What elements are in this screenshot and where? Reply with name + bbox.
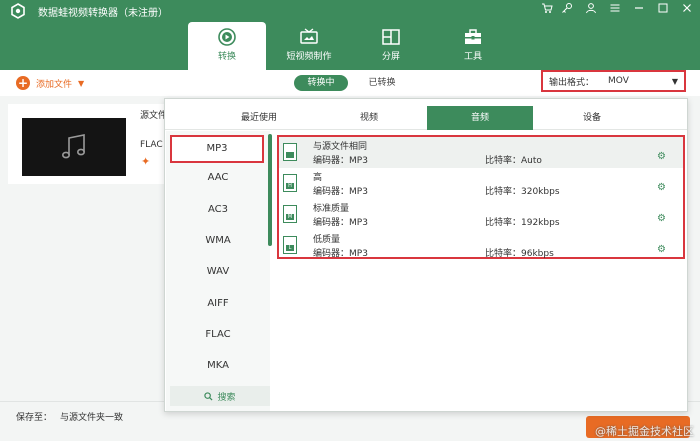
tab-split-screen-label: 分屏 (381, 52, 400, 62)
format-item-wma[interactable]: WMA (166, 228, 270, 254)
format-item-wav[interactable]: WAV (166, 259, 270, 285)
chevron-down-icon: ▼ (78, 78, 85, 88)
tab-convert-label: 转换 (217, 52, 236, 62)
format-item-ac3[interactable]: AC3 (166, 197, 270, 223)
quality-list: 与源文件相同 编码器：MP3 比特率：Auto ⚙ H 高 编码器：MP3 比特… (277, 135, 685, 259)
quality-encoder: 编码器：MP3 (313, 156, 368, 166)
format-item-mka[interactable]: MKA (166, 353, 270, 379)
watermark-text: @稀土掘金技术社区 (595, 425, 694, 438)
music-note-icon (61, 134, 85, 159)
quality-bitrate: 比特率：320kbps (485, 187, 560, 197)
format-search-button[interactable]: 搜索 (170, 386, 270, 406)
gear-icon[interactable]: ⚙ (657, 213, 666, 224)
quality-encoder: 编码器：MP3 (313, 187, 368, 197)
quality-item[interactable]: L 低质量 编码器：MP3 比特率：96kbps ⚙ (279, 230, 683, 261)
tab-converting[interactable]: 转换中 (294, 75, 348, 91)
output-format-value: MOV (608, 76, 629, 86)
maximize-icon[interactable] (656, 2, 670, 16)
split-icon (382, 29, 400, 45)
quality-item[interactable]: H 高 编码器：MP3 比特率：320kbps ⚙ (279, 168, 683, 199)
minimize-icon[interactable] (632, 2, 646, 16)
tab-short-video[interactable]: 短视频制作 (270, 22, 348, 70)
quality-bitrate: 比特率：96kbps (485, 249, 554, 259)
tab-video[interactable]: 视频 (325, 106, 413, 130)
tab-audio[interactable]: 音频 (427, 106, 533, 130)
save-to-label: 保存至： (16, 413, 53, 423)
menu-icon[interactable] (608, 2, 622, 16)
plus-icon: + (16, 76, 30, 90)
audio-file-icon: H (283, 174, 297, 192)
close-icon[interactable] (680, 2, 694, 16)
quality-bitrate: 比特率：Auto (485, 156, 542, 166)
app-header: 数据蛙视频转换器（未注册） 转换 短视频制作 分屏 工具 (0, 0, 700, 70)
source-file-label: 源文件 (140, 111, 168, 121)
tab-converted[interactable]: 已转换 (362, 75, 402, 91)
quality-bitrate: 比特率：192kbps (485, 218, 560, 228)
quality-badge (286, 152, 294, 158)
format-item-mp3[interactable]: MP3 (170, 135, 264, 163)
quality-item[interactable]: M 标准质量 编码器：MP3 比特率：192kbps ⚙ (279, 199, 683, 230)
audio-file-icon (283, 143, 297, 161)
quality-badge: L (286, 245, 294, 251)
tab-convert[interactable]: 转换 (188, 22, 266, 70)
magic-wand-icon[interactable]: ✦ (141, 155, 150, 168)
quality-name: 与源文件相同 (313, 142, 368, 152)
format-item-aac[interactable]: AAC (166, 165, 270, 191)
format-item-flac[interactable]: FLAC (166, 322, 270, 348)
toolbox-icon (465, 29, 481, 44)
quality-name: 高 (313, 173, 323, 183)
tab-recent[interactable]: 最近使用 (215, 106, 303, 130)
user-icon[interactable] (584, 2, 598, 16)
gear-icon[interactable]: ⚙ (657, 244, 666, 255)
quality-name: 标准质量 (313, 204, 350, 214)
app-title: 数据蛙视频转换器（未注册） (38, 8, 168, 19)
tab-device[interactable]: 设备 (547, 106, 637, 130)
search-icon (204, 391, 213, 401)
quality-encoder: 编码器：MP3 (313, 249, 368, 259)
output-format-label: 输出格式： (549, 77, 595, 88)
cart-icon[interactable] (540, 2, 554, 16)
tab-tools-label: 工具 (463, 52, 482, 62)
search-label: 搜索 (217, 392, 236, 403)
add-files-button[interactable]: + 添加文件 ▼ (16, 75, 84, 91)
key-icon[interactable] (560, 2, 574, 16)
tv-icon (300, 28, 318, 44)
format-list-scrollbar[interactable] (268, 134, 272, 246)
gear-icon[interactable]: ⚙ (657, 151, 666, 162)
quality-encoder: 编码器：MP3 (313, 218, 368, 228)
convert-icon (218, 28, 236, 46)
chevron-down-icon: ▼ (671, 76, 678, 86)
quality-badge: M (286, 214, 294, 220)
file-format-label: FLAC (140, 140, 163, 150)
format-category-tabs: 最近使用 视频 音频 设备 (165, 106, 687, 130)
add-files-label: 添加文件 (36, 79, 73, 90)
output-format-select[interactable]: 输出格式： MOV ▼ (541, 70, 686, 92)
quality-item[interactable]: 与源文件相同 编码器：MP3 比特率：Auto ⚙ (279, 137, 683, 168)
file-thumbnail (22, 118, 126, 176)
save-to-path[interactable]: 与源文件夹一致 (60, 410, 123, 423)
audio-file-icon: M (283, 205, 297, 223)
format-item-aiff[interactable]: AIFF (166, 291, 270, 317)
tab-short-video-label: 短视频制作 (286, 52, 332, 62)
app-logo-icon (11, 3, 25, 19)
tab-tools[interactable]: 工具 (434, 22, 512, 70)
quality-badge: H (286, 183, 294, 189)
gear-icon[interactable]: ⚙ (657, 182, 666, 193)
tab-split-screen[interactable]: 分屏 (352, 22, 430, 70)
quality-name: 低质量 (313, 235, 341, 245)
format-list: MP3 AAC AC3 WMA WAV AIFF FLAC MKA (166, 131, 270, 411)
format-dropdown-panel: 最近使用 视频 音频 设备 MP3 AAC AC3 WMA WAV AIFF F… (164, 98, 688, 412)
audio-file-icon: L (283, 236, 297, 254)
